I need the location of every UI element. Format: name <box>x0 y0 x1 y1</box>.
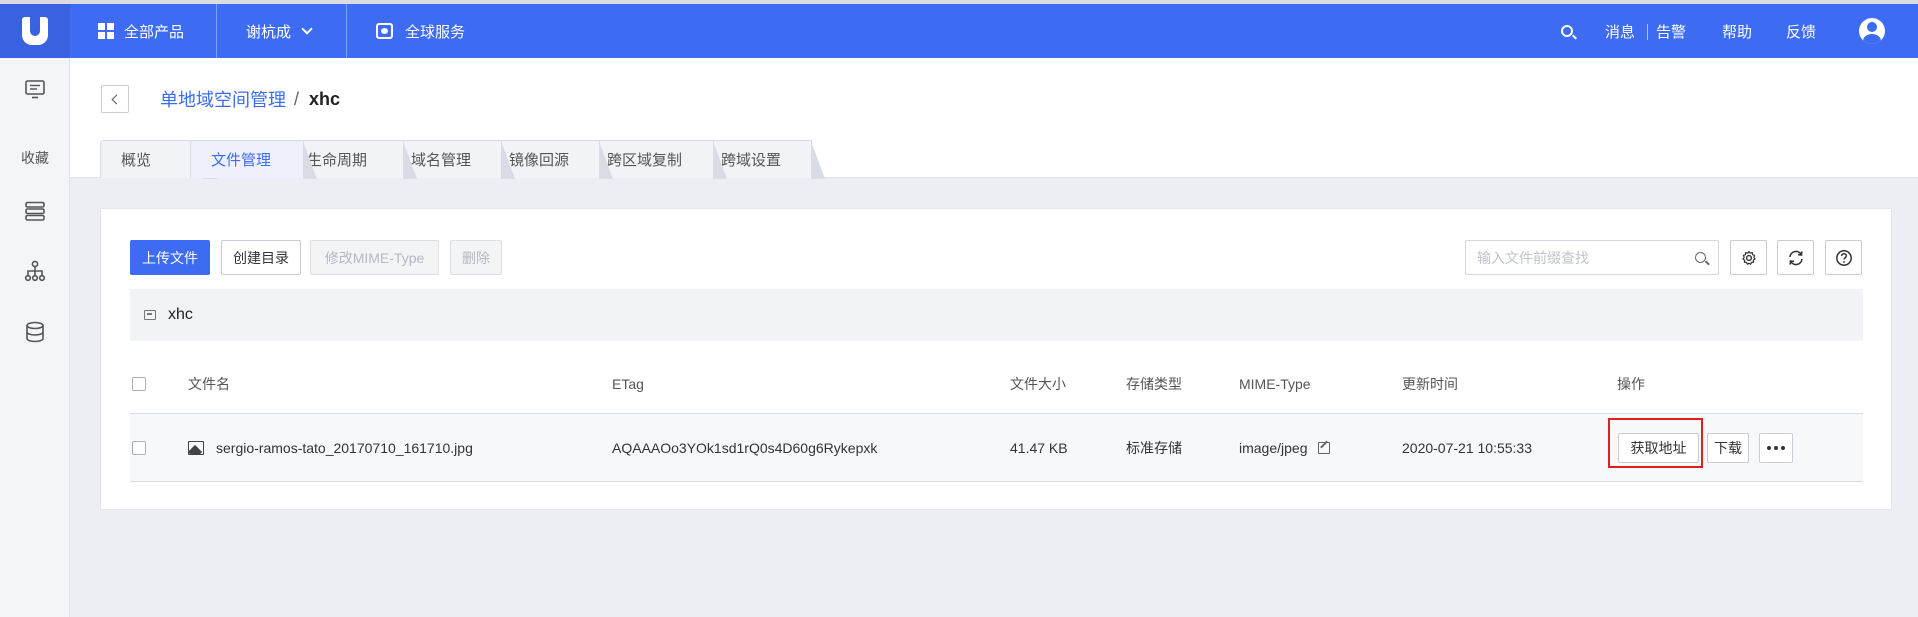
file-name-cell[interactable]: sergio-ramos-tato_20170710_161710.jpg <box>188 414 473 481</box>
network-topology-icon[interactable] <box>24 260 46 282</box>
breadcrumb-parent-link[interactable]: 单地域空间管理 <box>160 86 286 112</box>
breadcrumb: 单地域空间管理 / xhc <box>160 86 340 112</box>
ucloud-logo[interactable] <box>0 4 70 58</box>
chevron-left-icon <box>111 94 122 104</box>
feedback-link[interactable]: 反馈 <box>1786 4 1816 58</box>
left-sidebar: 收藏 <box>0 58 70 617</box>
column-header-storage: 存储类型 <box>1126 375 1182 392</box>
messages-link[interactable]: 消息 <box>1605 4 1635 58</box>
column-header-actions: 操作 <box>1617 375 1645 392</box>
table-header: 文件名 ETag 文件大小 存储类型 MIME-Type 更新时间 操作 <box>130 354 1863 414</box>
globe-icon <box>376 23 393 39</box>
download-button[interactable]: 下载 <box>1707 433 1749 463</box>
question-icon <box>1835 249 1852 266</box>
upload-file-button[interactable]: 上传文件 <box>130 240 210 275</box>
select-all-checkbox[interactable] <box>132 376 146 391</box>
database-icon[interactable] <box>24 321 46 343</box>
column-header-mime: MIME-Type <box>1239 375 1311 392</box>
user-avatar[interactable] <box>1859 4 1885 58</box>
etag-value: AQAAAOo3YOk1sd1rQ0s4D60g6Rykepxk <box>612 439 878 456</box>
back-button[interactable] <box>101 85 129 113</box>
highlight-box <box>1608 418 1703 468</box>
file-name[interactable]: sergio-ramos-tato_20170710_161710.jpg <box>216 440 473 456</box>
grid-icon <box>98 23 114 39</box>
modify-mime-button[interactable]: 修改MIME-Type <box>310 240 439 275</box>
top-search-button[interactable] <box>1561 4 1573 58</box>
alerts-label: 告警 <box>1656 23 1687 41</box>
top-navbar: 全部产品 谢杭成 全球服务 消息 告警 帮助 反馈 <box>0 0 1918 58</box>
tab-label: 镜像回源 <box>509 152 570 169</box>
column-header-size: 文件大小 <box>1010 375 1066 392</box>
global-service-label: 全球服务 <box>405 23 466 41</box>
help-label: 帮助 <box>1722 23 1753 41</box>
more-icon <box>1767 446 1785 450</box>
help-link[interactable]: 帮助 <box>1722 4 1752 58</box>
image-file-icon <box>188 440 204 455</box>
refresh-button[interactable] <box>1777 240 1814 275</box>
file-size-value: 41.47 KB <box>1010 439 1068 456</box>
tab-file-management[interactable]: 文件管理 <box>190 140 317 179</box>
bucket-icon <box>144 310 156 320</box>
region-selector[interactable]: 谢杭成 <box>246 4 313 58</box>
search-icon[interactable] <box>1695 252 1706 263</box>
row-checkbox[interactable] <box>132 440 146 455</box>
help-button[interactable] <box>1825 240 1862 275</box>
updated-time-value: 2020-07-21 10:55:33 <box>1402 439 1532 456</box>
search-icon <box>1561 25 1573 37</box>
breadcrumb-separator: / <box>294 88 300 109</box>
mime-type-value: image/jpeg <box>1239 439 1308 456</box>
breadcrumb-current: xhc <box>309 88 341 109</box>
logo-icon <box>22 17 48 45</box>
chevron-down-icon <box>301 23 313 35</box>
avatar-icon <box>1859 18 1885 44</box>
all-products-menu[interactable]: 全部产品 <box>98 4 184 58</box>
gear-icon <box>1741 250 1756 265</box>
create-directory-button[interactable]: 创建目录 <box>221 240 301 275</box>
favorites-label[interactable]: 收藏 <box>0 148 70 168</box>
table-row[interactable]: sergio-ramos-tato_20170710_161710.jpg AQ… <box>130 414 1863 482</box>
page-header: 单地域空间管理 / xhc 概览 文件管理 生命周期 域名管理 镜像回源 跨区域… <box>70 58 1918 179</box>
prefix-search-input[interactable] <box>1477 249 1687 266</box>
prefix-search <box>1465 240 1719 275</box>
all-products-label: 全部产品 <box>124 23 185 41</box>
column-header-updated: 更新时间 <box>1402 375 1458 392</box>
edit-icon[interactable] <box>1317 441 1330 454</box>
column-header-etag: ETag <box>612 375 644 392</box>
feedback-label: 反馈 <box>1786 23 1817 41</box>
tab-label: 跨域设置 <box>721 152 782 169</box>
tab-label: 概览 <box>121 152 152 169</box>
global-service-menu[interactable]: 全球服务 <box>376 4 465 58</box>
mime-type-cell: image/jpeg <box>1239 414 1330 481</box>
settings-button[interactable] <box>1730 240 1767 275</box>
tab-label: 域名管理 <box>411 152 472 169</box>
tab-label: 文件管理 <box>211 152 272 169</box>
delete-button[interactable]: 删除 <box>450 240 502 275</box>
refresh-icon <box>1788 250 1803 265</box>
column-header-name: 文件名 <box>188 375 230 392</box>
alerts-link[interactable]: 告警 <box>1656 4 1686 58</box>
monitor-icon[interactable] <box>24 78 46 100</box>
more-actions-button[interactable] <box>1759 433 1793 463</box>
tab-overview[interactable]: 概览 <box>100 140 217 179</box>
bucket-name[interactable]: xhc <box>168 306 193 324</box>
current-path-bar: xhc <box>130 289 1863 341</box>
tab-label: 跨区域复制 <box>607 152 683 169</box>
messages-label: 消息 <box>1605 23 1636 41</box>
storage-list-icon[interactable] <box>24 200 46 222</box>
region-label: 谢杭成 <box>246 23 292 41</box>
storage-type-value: 标准存储 <box>1126 439 1182 456</box>
